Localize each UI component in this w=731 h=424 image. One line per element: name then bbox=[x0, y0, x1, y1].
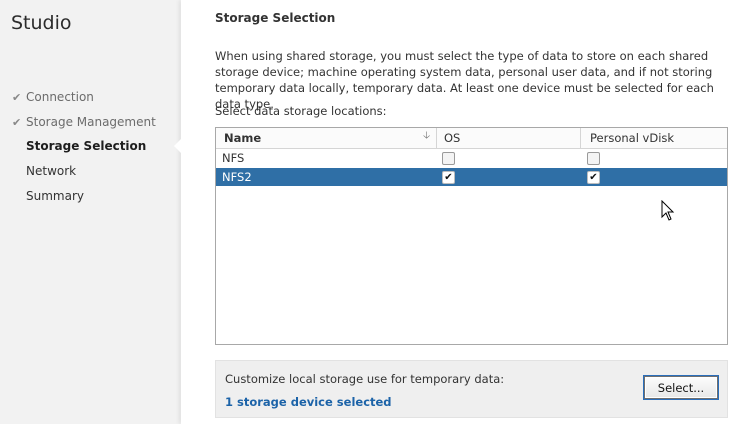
step-storage-management[interactable]: ✔ Storage Management bbox=[12, 115, 156, 129]
locations-label: Select data storage locations: bbox=[215, 104, 387, 118]
table-row[interactable]: NFS bbox=[216, 149, 727, 167]
page-title: Storage Selection bbox=[215, 11, 336, 25]
storage-table: Name 🡣 OS Personal vDisk NFS NFS2 ✔ ✔ bbox=[215, 127, 728, 345]
current-step-pointer bbox=[174, 139, 181, 153]
row-name: NFS bbox=[222, 151, 245, 165]
personal-vdisk-checkbox[interactable]: ✔ bbox=[587, 171, 600, 184]
os-checkbox[interactable] bbox=[442, 152, 455, 165]
storage-selected-link[interactable]: 1 storage device selected bbox=[225, 395, 392, 409]
personal-vdisk-checkbox[interactable] bbox=[587, 152, 600, 165]
column-header-os[interactable]: OS bbox=[444, 128, 460, 148]
table-row[interactable]: NFS2 ✔ ✔ bbox=[216, 168, 727, 186]
row-name: NFS2 bbox=[222, 170, 252, 184]
select-button[interactable]: Select... bbox=[644, 376, 718, 399]
step-connection[interactable]: ✔ Connection bbox=[12, 90, 94, 104]
step-network[interactable]: Network bbox=[26, 164, 76, 178]
step-storage-selection[interactable]: Storage Selection bbox=[26, 139, 146, 153]
temp-storage-label: Customize local storage use for temporar… bbox=[225, 372, 505, 386]
temp-storage-panel: Customize local storage use for temporar… bbox=[215, 360, 728, 418]
checkmark-icon: ✔ bbox=[12, 91, 22, 104]
step-summary[interactable]: Summary bbox=[26, 189, 84, 203]
os-checkbox[interactable]: ✔ bbox=[442, 171, 455, 184]
column-header-personal-vdisk[interactable]: Personal vDisk bbox=[590, 128, 674, 148]
table-header: Name 🡣 OS Personal vDisk bbox=[216, 128, 727, 149]
column-header-name[interactable]: Name bbox=[224, 128, 261, 148]
mouse-cursor-icon bbox=[661, 200, 675, 221]
page-description: When using shared storage, you must sele… bbox=[215, 49, 714, 111]
sort-down-icon: 🡣 bbox=[423, 130, 431, 141]
main-panel: Storage Selection When using shared stor… bbox=[181, 0, 731, 424]
column-divider[interactable] bbox=[436, 128, 437, 148]
column-divider[interactable] bbox=[580, 128, 581, 148]
app-title: Studio bbox=[11, 12, 72, 34]
wizard-sidebar: Studio ✔ Connection ✔ Storage Management S… bbox=[0, 0, 180, 424]
checkmark-icon: ✔ bbox=[12, 116, 22, 129]
